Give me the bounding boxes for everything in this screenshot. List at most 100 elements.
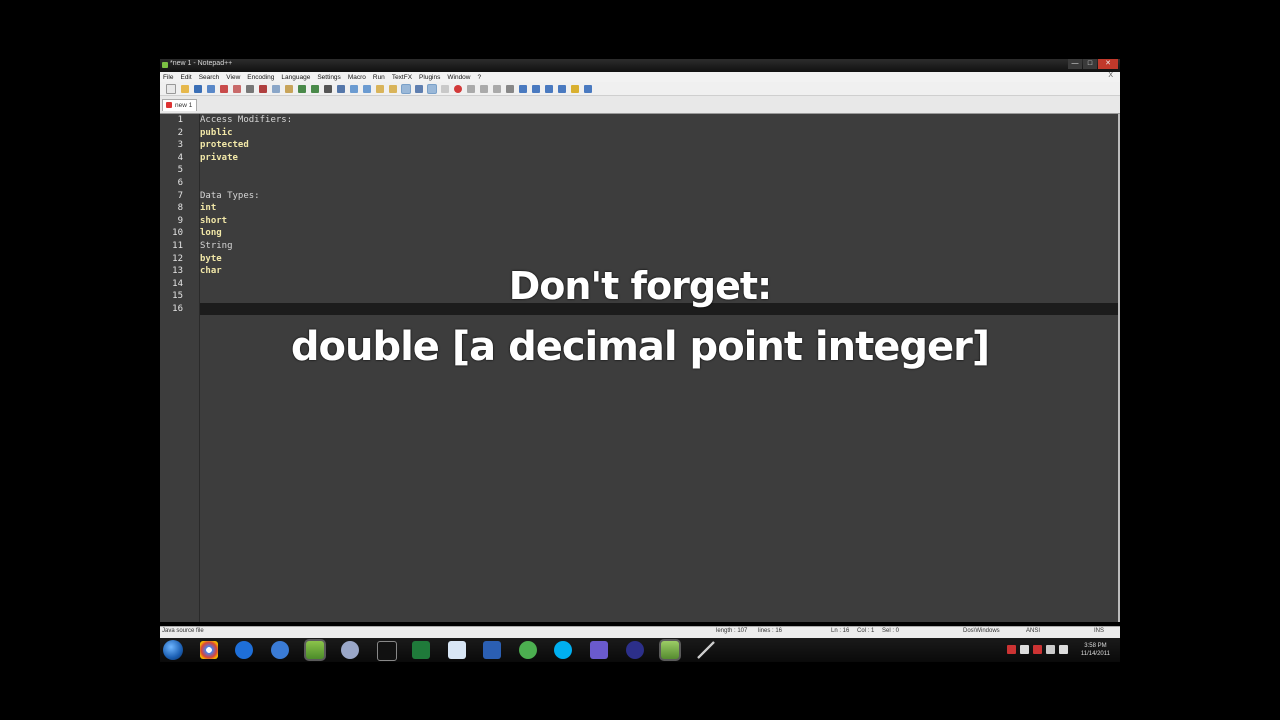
sync-scroll-icon[interactable] (376, 84, 384, 93)
plugin-icon-2[interactable] (532, 84, 540, 93)
unsaved-file-icon (166, 102, 172, 108)
plugin-icon-6[interactable] (584, 84, 592, 93)
status-line: Ln : 16 (831, 628, 850, 634)
tab-new-1[interactable]: new 1 (162, 99, 198, 111)
line-number: 9 (177, 215, 183, 226)
volume-icon[interactable] (1059, 645, 1068, 654)
doc-map-icon[interactable] (441, 84, 449, 93)
copy-icon[interactable] (272, 84, 280, 93)
code-line: public (200, 127, 233, 138)
line-number: 10 (172, 228, 183, 239)
status-file-type: Java source file (162, 628, 204, 634)
code-line: private (200, 152, 238, 163)
print-icon[interactable] (246, 84, 254, 93)
internet-explorer-icon[interactable] (235, 641, 253, 659)
line-number: 2 (177, 127, 183, 138)
play-macro-icon[interactable] (480, 84, 488, 93)
save-all-icon[interactable] (207, 84, 215, 93)
menu-plugins[interactable]: Plugins (419, 74, 440, 81)
status-lines: lines : 16 (758, 628, 783, 634)
user-lang-icon[interactable] (428, 84, 436, 93)
cut-icon[interactable] (259, 84, 267, 93)
clock-time: 3:58 PM (1084, 643, 1107, 649)
show-all-chars-icon[interactable] (402, 84, 410, 93)
tray-network-icon[interactable] (1033, 645, 1042, 654)
notepad-icon[interactable] (448, 641, 466, 659)
eclipse-icon[interactable] (626, 641, 644, 659)
plugin-icon-1[interactable] (519, 84, 527, 93)
indent-guide-icon[interactable] (415, 84, 423, 93)
notepadpp-app-icon (162, 62, 168, 68)
plugin-icon-3[interactable] (545, 84, 553, 93)
zoom-out-icon[interactable] (363, 84, 371, 93)
overlay-caption-body: double [a decimal point integer] (290, 324, 990, 370)
code-line: Access Modifiers: (200, 115, 293, 125)
menu-language[interactable]: Language (281, 74, 310, 81)
menu-textfx[interactable]: TextFX (392, 74, 412, 81)
system-tray (1003, 645, 1068, 654)
plugin-icon-4[interactable] (558, 84, 566, 93)
wamp-icon[interactable] (590, 641, 608, 659)
tray-action-icon[interactable] (1020, 645, 1029, 654)
word-wrap-icon[interactable] (389, 84, 397, 93)
skype-icon[interactable] (554, 641, 572, 659)
save-icon[interactable] (194, 84, 202, 93)
menu-file[interactable]: File (163, 74, 173, 81)
zoom-in-icon[interactable] (350, 84, 358, 93)
taskbar-clock[interactable]: 3:58 PM 11/14/2011 (1081, 642, 1110, 658)
redo-icon[interactable] (311, 84, 319, 93)
menu-settings[interactable]: Settings (317, 74, 341, 81)
tab-label: new 1 (175, 102, 193, 109)
plugin-icon-5[interactable] (571, 84, 579, 93)
undo-icon[interactable] (298, 84, 306, 93)
itunes-icon[interactable] (271, 641, 289, 659)
menu-view[interactable]: View (226, 74, 240, 81)
close-file-icon[interactable] (220, 84, 228, 93)
notepad-plus-plus-window-icon[interactable] (661, 641, 679, 659)
stop-macro-icon[interactable] (467, 84, 475, 93)
maximize-button[interactable]: □ (1083, 59, 1097, 69)
menu-window[interactable]: Window (447, 74, 470, 81)
play-multiple-icon[interactable] (493, 84, 501, 93)
code-line: long (200, 228, 222, 239)
menu-bar: File Edit Search View Encoding Language … (160, 72, 1120, 82)
status-insert-mode: INS (1094, 628, 1105, 634)
command-prompt-icon[interactable] (377, 641, 397, 661)
status-col: Col : 1 (857, 628, 875, 634)
toolbar (160, 82, 1120, 96)
menu-edit[interactable]: Edit (180, 74, 191, 81)
replace-icon[interactable] (337, 84, 345, 93)
tray-flag-icon[interactable] (1007, 645, 1016, 654)
chrome-icon[interactable] (200, 641, 218, 659)
close-document-icon[interactable]: X (1108, 72, 1113, 79)
status-eol: Dos\Windows (963, 628, 1000, 634)
line-number: 11 (172, 241, 183, 251)
menu-macro[interactable]: Macro (348, 74, 366, 81)
new-file-icon[interactable] (166, 83, 176, 94)
eclipse-ide-icon[interactable] (341, 641, 359, 659)
menu-encoding[interactable]: Encoding (247, 74, 274, 81)
menu-search[interactable]: Search (199, 74, 220, 81)
line-number: 8 (177, 203, 183, 214)
pen-tool-icon[interactable] (697, 641, 715, 659)
excel-icon[interactable] (412, 641, 430, 659)
close-all-icon[interactable] (233, 84, 241, 93)
tray-screen-icon[interactable] (1046, 645, 1055, 654)
tab-bar: new 1 (160, 96, 1120, 114)
record-macro-icon[interactable] (454, 84, 462, 93)
line-number: 4 (177, 152, 183, 163)
minimize-button[interactable]: — (1068, 59, 1082, 69)
messenger-icon[interactable] (519, 641, 537, 659)
word-icon[interactable] (483, 641, 501, 659)
paste-icon[interactable] (285, 84, 293, 93)
find-icon[interactable] (324, 84, 332, 93)
notepad-plus-plus-icon[interactable] (306, 641, 324, 659)
code-line: byte (200, 253, 222, 264)
menu-run[interactable]: Run (373, 74, 385, 81)
save-macro-icon[interactable] (506, 84, 514, 93)
windows-start-icon[interactable] (163, 640, 183, 660)
menu-help[interactable]: ? (478, 74, 482, 81)
close-button[interactable]: ✕ (1098, 59, 1118, 69)
window-controls: — □ ✕ (1067, 59, 1118, 69)
open-file-icon[interactable] (181, 84, 189, 93)
